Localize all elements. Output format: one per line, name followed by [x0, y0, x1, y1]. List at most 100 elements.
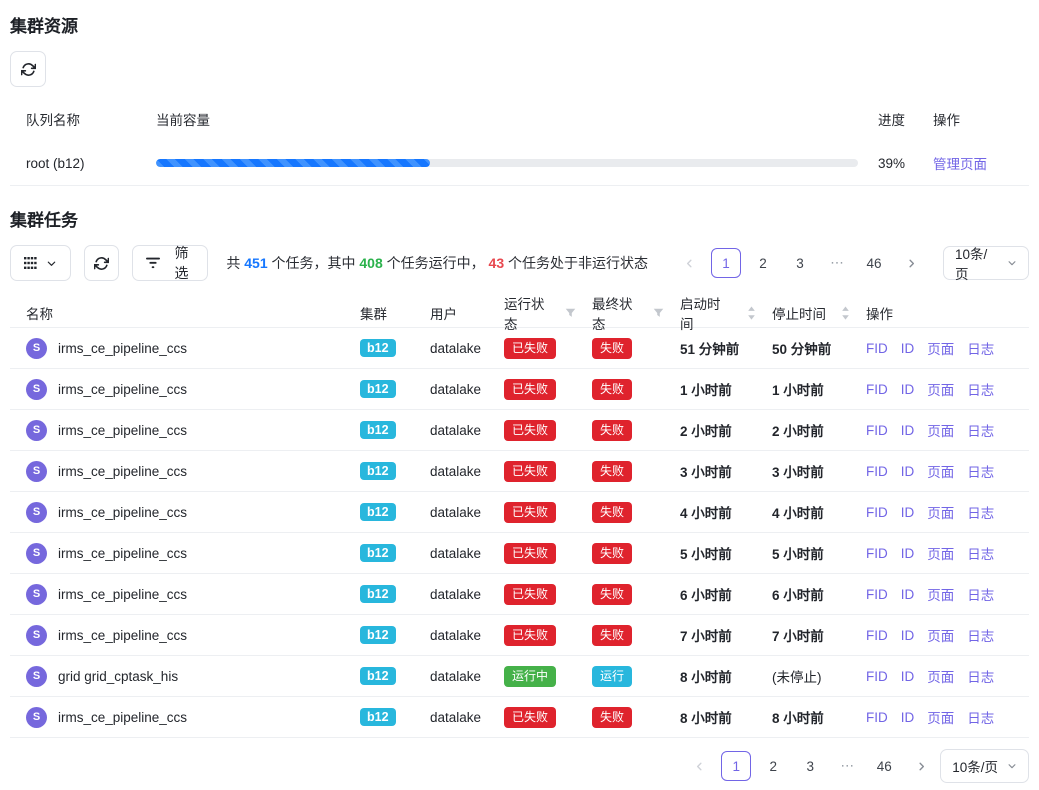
- log-link[interactable]: 日志: [967, 707, 994, 727]
- page-number[interactable]: 2: [748, 248, 778, 278]
- funnel-icon[interactable]: [653, 308, 664, 319]
- run-status-badge: 运行中: [504, 666, 556, 687]
- page-number[interactable]: 3: [795, 751, 825, 781]
- start-time: 5 小时前: [680, 543, 732, 563]
- log-link[interactable]: 日志: [967, 461, 994, 481]
- final-status-badge: 失败: [592, 543, 632, 564]
- cluster-badge: b12: [360, 339, 396, 357]
- column-header-label: 操作: [866, 303, 893, 323]
- grid-dots-icon: [24, 257, 37, 269]
- start-time: 8 小时前: [680, 666, 732, 686]
- fid-link[interactable]: FID: [866, 587, 888, 602]
- task-table-row: S irms_ce_pipeline_ccs b12 datalake 已失败 …: [10, 697, 1029, 738]
- chevron-down-icon: [1007, 761, 1017, 771]
- cluster-badge: b12: [360, 708, 396, 726]
- tasks-toolbar: 筛选 共 451 个任务，其中 408 个任务运行中， 43 个任务处于非运行状…: [10, 245, 1029, 281]
- log-link[interactable]: 日志: [967, 379, 994, 399]
- page-number[interactable]: 1: [721, 751, 751, 781]
- filter-button-label: 筛选: [169, 243, 195, 283]
- page-number[interactable]: 3: [785, 248, 815, 278]
- funnel-icon[interactable]: [565, 308, 576, 319]
- page-number[interactable]: 1: [711, 248, 741, 278]
- log-link[interactable]: 日志: [967, 543, 994, 563]
- stop-time: 5 小时前: [772, 543, 824, 563]
- chevron-right-icon[interactable]: [896, 248, 926, 278]
- fid-link[interactable]: FID: [866, 546, 888, 561]
- page-size-select[interactable]: 10条/页: [943, 246, 1029, 280]
- page-link[interactable]: 页面: [927, 379, 954, 399]
- filter-button[interactable]: 筛选: [132, 245, 209, 281]
- letter-s-avatar: S: [26, 543, 47, 564]
- fid-link[interactable]: FID: [866, 464, 888, 479]
- page-link[interactable]: 页面: [927, 543, 954, 563]
- letter-s-avatar: S: [26, 502, 47, 523]
- id-link[interactable]: ID: [901, 669, 915, 684]
- log-link[interactable]: 日志: [967, 502, 994, 522]
- fid-link[interactable]: FID: [866, 423, 888, 438]
- user-name: datalake: [430, 628, 481, 643]
- stop-time: 7 小时前: [772, 625, 824, 645]
- page: 集群资源 队列名称 当前容量 进度 操作 root (b12) 39% 管理页面: [0, 0, 1039, 783]
- fid-link[interactable]: FID: [866, 669, 888, 684]
- id-link[interactable]: ID: [901, 464, 915, 479]
- sort-carets-icon[interactable]: [747, 306, 756, 320]
- tasks-refresh-button[interactable]: [84, 245, 119, 281]
- column-header-label: 启动时间: [680, 293, 732, 333]
- user-name: datalake: [430, 464, 481, 479]
- id-link[interactable]: ID: [901, 505, 915, 520]
- view-mode-button[interactable]: [10, 245, 71, 281]
- log-link[interactable]: 日志: [967, 420, 994, 440]
- chevron-left-icon[interactable]: [674, 248, 704, 278]
- page-number[interactable]: 2: [758, 751, 788, 781]
- page-number[interactable]: 46: [859, 248, 889, 278]
- run-status-badge: 已失败: [504, 502, 556, 523]
- sort-carets-icon[interactable]: [841, 306, 850, 320]
- page-size-select[interactable]: 10条/页: [940, 749, 1029, 783]
- user-name: datalake: [430, 341, 481, 356]
- page-number[interactable]: ⋯: [822, 248, 852, 278]
- chevron-left-icon[interactable]: [684, 751, 714, 781]
- page-number[interactable]: 46: [869, 751, 899, 781]
- page-link[interactable]: 页面: [927, 584, 954, 604]
- column-header-label: 用户: [430, 303, 457, 323]
- fid-link[interactable]: FID: [866, 710, 888, 725]
- fid-link[interactable]: FID: [866, 382, 888, 397]
- page-link[interactable]: 页面: [927, 338, 954, 358]
- resources-refresh-button[interactable]: [10, 51, 46, 87]
- letter-s-avatar: S: [26, 461, 47, 482]
- column-header-start-time: 启动时间: [664, 293, 756, 333]
- page-link[interactable]: 页面: [927, 502, 954, 522]
- task-table-row: S irms_ce_pipeline_ccs b12 datalake 已失败 …: [10, 533, 1029, 574]
- chevron-down-icon: [46, 258, 57, 269]
- log-link[interactable]: 日志: [967, 338, 994, 358]
- task-table-row: S irms_ce_pipeline_ccs b12 datalake 已失败 …: [10, 615, 1029, 656]
- id-link[interactable]: ID: [901, 710, 915, 725]
- log-link[interactable]: 日志: [967, 666, 994, 686]
- manage-page-link[interactable]: 管理页面: [933, 157, 987, 172]
- task-table-row: S irms_ce_pipeline_ccs b12 datalake 已失败 …: [10, 492, 1029, 533]
- log-link[interactable]: 日志: [967, 625, 994, 645]
- id-link[interactable]: ID: [901, 628, 915, 643]
- letter-s-avatar: S: [26, 338, 47, 359]
- fid-link[interactable]: FID: [866, 628, 888, 643]
- id-link[interactable]: ID: [901, 587, 915, 602]
- chevron-right-icon[interactable]: [906, 751, 936, 781]
- filter-lines-icon: [146, 257, 160, 269]
- column-header-progress: 进度: [878, 109, 933, 129]
- letter-s-avatar: S: [26, 707, 47, 728]
- id-link[interactable]: ID: [901, 423, 915, 438]
- page-link[interactable]: 页面: [927, 666, 954, 686]
- fid-link[interactable]: FID: [866, 341, 888, 356]
- log-link[interactable]: 日志: [967, 584, 994, 604]
- id-link[interactable]: ID: [901, 382, 915, 397]
- progress-percent: 39%: [878, 156, 933, 171]
- id-link[interactable]: ID: [901, 546, 915, 561]
- page-number[interactable]: ⋯: [832, 751, 862, 781]
- page-link[interactable]: 页面: [927, 707, 954, 727]
- page-link[interactable]: 页面: [927, 420, 954, 440]
- fid-link[interactable]: FID: [866, 505, 888, 520]
- id-link[interactable]: ID: [901, 341, 915, 356]
- summary-segment: 43: [489, 255, 505, 271]
- page-link[interactable]: 页面: [927, 461, 954, 481]
- page-link[interactable]: 页面: [927, 625, 954, 645]
